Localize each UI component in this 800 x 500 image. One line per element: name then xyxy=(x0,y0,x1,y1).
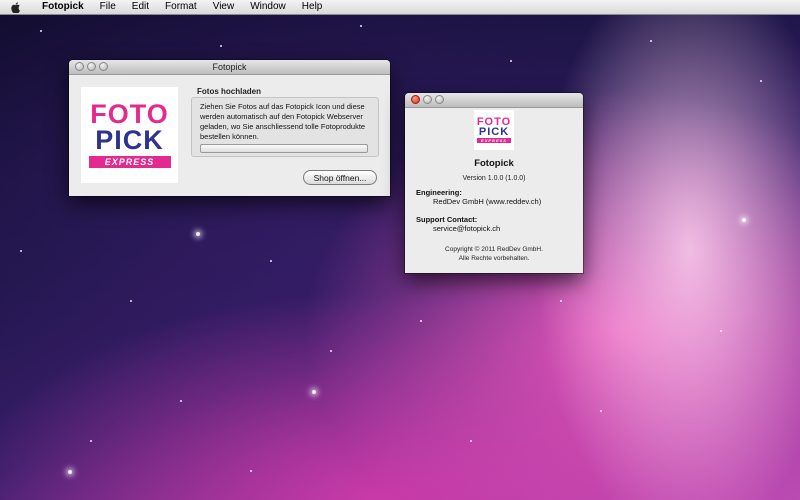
star xyxy=(650,40,652,42)
about-app-name: Fotopick xyxy=(474,158,514,169)
main-window: Fotopick FOTO PICK EXPRESS Fotos hochlad… xyxy=(69,60,390,196)
upload-progress-bar xyxy=(200,144,368,153)
about-window: FOTO PICK EXPRESS Fotopick Version 1.0.0… xyxy=(405,93,583,273)
star xyxy=(180,400,182,402)
star xyxy=(40,30,42,32)
support-contact-label: Support Contact: xyxy=(416,215,478,224)
engineering-value: RedDev GmbH (www.reddev.ch) xyxy=(433,197,542,206)
window-controls xyxy=(411,95,444,104)
star xyxy=(720,330,722,332)
star xyxy=(760,80,762,82)
upload-description: Ziehen Sie Fotos auf das Fotopick Icon u… xyxy=(200,102,366,141)
menu-bar: Fotopick File Edit Format View Window He… xyxy=(0,0,800,15)
main-window-titlebar[interactable]: Fotopick xyxy=(69,60,390,75)
star xyxy=(742,218,746,222)
star xyxy=(360,25,362,27)
star xyxy=(330,350,332,352)
star xyxy=(600,410,602,412)
fotopick-express-logo: FOTO PICK EXPRESS xyxy=(81,87,178,183)
window-controls xyxy=(75,62,108,71)
star xyxy=(20,250,22,252)
minimize-button[interactable] xyxy=(87,62,96,71)
copyright-line-2: Alle Rechte vorbehalten. xyxy=(458,255,530,262)
menu-edit[interactable]: Edit xyxy=(124,0,157,14)
star xyxy=(196,232,200,236)
copyright-notice: Copyright © 2011 RedDev GmbH. Alle Recht… xyxy=(405,245,583,263)
close-button[interactable] xyxy=(75,62,84,71)
copyright-line-1: Copyright © 2011 RedDev GmbH. xyxy=(445,246,543,253)
upload-group-title: Fotos hochladen xyxy=(197,87,261,96)
close-button[interactable] xyxy=(411,95,420,104)
minimize-button[interactable] xyxy=(423,95,432,104)
apple-icon[interactable] xyxy=(8,0,24,14)
star xyxy=(130,300,132,302)
star xyxy=(312,390,316,394)
about-version: Version 1.0.0 (1.0.0) xyxy=(462,175,526,182)
logo-text-pick: PICK xyxy=(95,125,164,155)
zoom-button[interactable] xyxy=(99,62,108,71)
star xyxy=(250,470,252,472)
logo-text-express: EXPRESS xyxy=(88,155,171,168)
zoom-button[interactable] xyxy=(435,95,444,104)
menu-help[interactable]: Help xyxy=(294,0,331,14)
star xyxy=(90,440,92,442)
engineering-label: Engineering: xyxy=(416,188,462,197)
fotopick-express-logo-small: FOTO PICK EXPRESS xyxy=(474,110,514,150)
window-title: Fotopick xyxy=(212,62,247,72)
star xyxy=(470,440,472,442)
menu-window[interactable]: Window xyxy=(242,0,294,14)
menu-view[interactable]: View xyxy=(205,0,243,14)
upload-group-box: Ziehen Sie Fotos auf das Fotopick Icon u… xyxy=(191,97,379,157)
logo-text-express: EXPRESS xyxy=(477,138,511,144)
menu-file[interactable]: File xyxy=(92,0,124,14)
support-contact-value: service@fotopick.ch xyxy=(433,224,501,233)
star xyxy=(560,300,562,302)
star xyxy=(68,470,72,474)
star xyxy=(270,260,272,262)
star xyxy=(510,60,512,62)
about-window-titlebar[interactable] xyxy=(405,93,583,108)
logo-text-pick: PICK xyxy=(478,126,510,138)
menu-app-name[interactable]: Fotopick xyxy=(34,0,92,14)
star xyxy=(220,45,222,47)
shop-open-button[interactable]: Shop öffnen... xyxy=(303,170,377,185)
menu-format[interactable]: Format xyxy=(157,0,205,14)
star xyxy=(420,320,422,322)
